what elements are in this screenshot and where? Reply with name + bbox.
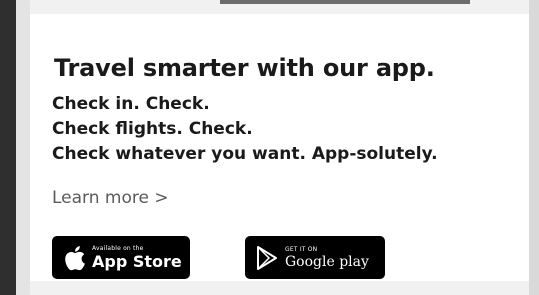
learn-more-link[interactable]: Learn more >: [52, 188, 169, 208]
promo-lines: Check in. Check. Check flights. Check. C…: [52, 92, 438, 167]
page-frame: Travel smarter with our app. Check in. C…: [0, 0, 539, 295]
left-border: [0, 0, 16, 295]
promo-headline: Travel smarter with our app.: [54, 54, 435, 82]
google-play-text: GET IT ON Google play: [285, 245, 369, 270]
google-play-badge[interactable]: GET IT ON Google play: [245, 236, 385, 279]
left-border-inner: [16, 0, 30, 295]
top-edge: [220, 0, 470, 4]
google-play-small-label: GET IT ON: [285, 245, 318, 253]
bottom-border: [30, 281, 529, 295]
app-store-label: App Store: [92, 251, 182, 271]
app-store-text: Available on the App Store: [92, 244, 182, 271]
app-promo-card: Travel smarter with our app. Check in. C…: [30, 14, 529, 281]
apple-icon: [62, 244, 86, 272]
promo-line: Check whatever you want. App-solutely.: [52, 144, 438, 164]
promo-line: Check in. Check.: [52, 94, 210, 114]
promo-line: Check flights. Check.: [52, 119, 253, 139]
app-store-badge[interactable]: Available on the App Store: [52, 236, 190, 279]
google-play-label: Google play: [285, 253, 369, 270]
play-icon: [255, 244, 279, 272]
right-border: [529, 0, 539, 295]
app-store-small-label: Available on the: [92, 244, 144, 252]
